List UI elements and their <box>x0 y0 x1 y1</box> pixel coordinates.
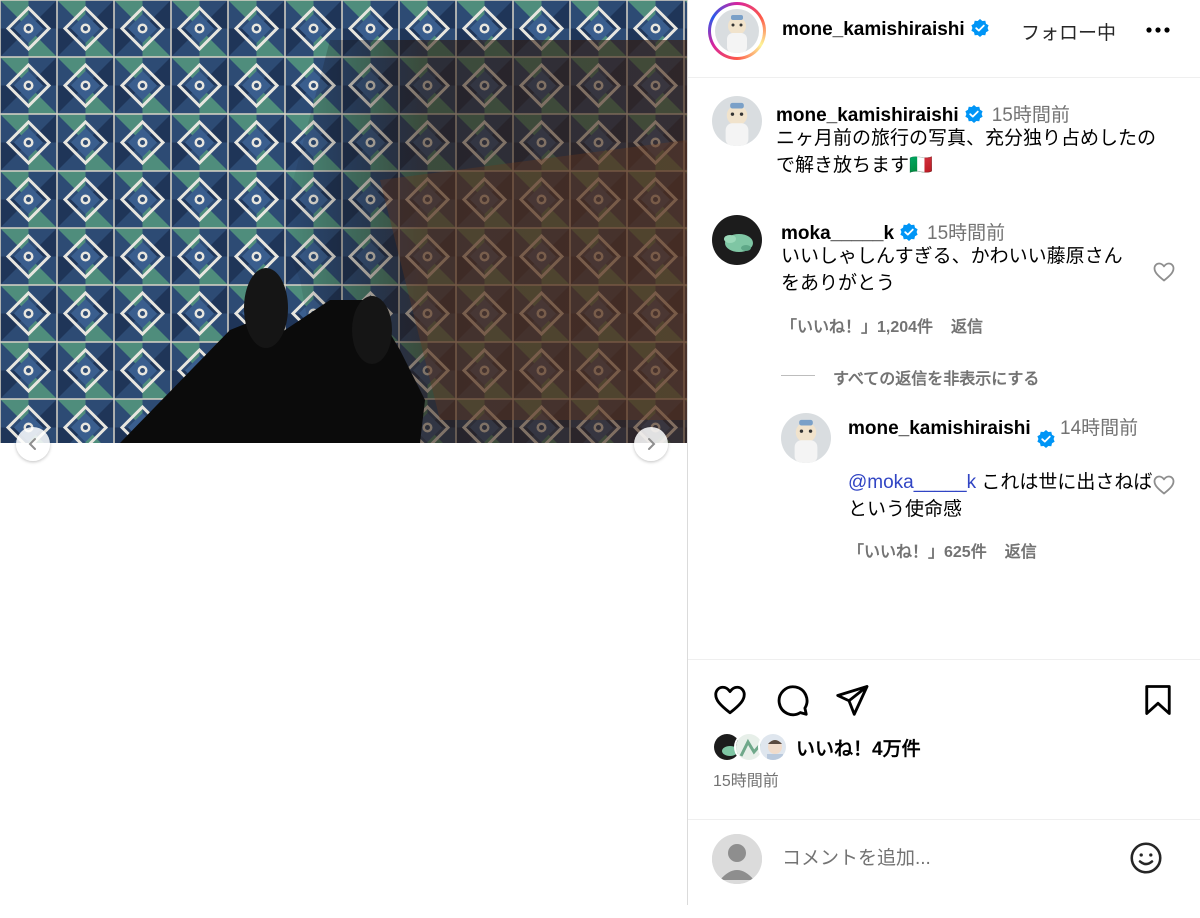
verified-badge-icon <box>970 18 990 44</box>
commenter-username[interactable]: moka_____k <box>781 223 894 244</box>
comment-like-heart-icon[interactable] <box>1152 260 1176 284</box>
author-username[interactable]: mone_kamishiraishi <box>782 19 965 40</box>
post-actions-bar: いいね！4万件 15時間前 <box>688 659 1200 819</box>
add-comment-bar <box>688 819 1200 905</box>
story-ring[interactable] <box>708 2 766 60</box>
comment-like-count[interactable]: 「いいね！」1,204件 <box>781 319 933 336</box>
comment-text: いいしゃしんすぎる、かわいい藤原さんをありがとう <box>781 246 1123 294</box>
next-photo-button[interactable] <box>634 427 668 461</box>
more-options-icon[interactable] <box>1144 18 1174 42</box>
hide-replies-button[interactable]: すべての返信を非表示にする <box>833 365 1039 389</box>
reply-like-heart-icon[interactable] <box>1152 473 1176 497</box>
reply-reply-button[interactable]: 返信 <box>1005 544 1037 561</box>
reply-mention-link[interactable]: @moka_____k <box>848 472 976 493</box>
comment-meta: 「いいね！」1,204件 返信 <box>781 313 983 337</box>
comment-reply-button[interactable]: 返信 <box>951 319 983 336</box>
current-user-avatar <box>712 834 762 884</box>
post-media-area <box>0 0 687 918</box>
reply-timestamp[interactable]: 14時間前 <box>1060 416 1140 442</box>
heart-icon[interactable] <box>712 682 748 718</box>
likes-count[interactable]: いいね！4万件 <box>796 734 921 761</box>
reply-meta: 「いいね！」625件 返信 <box>848 538 1037 562</box>
post-timestamp[interactable]: 15時間前 <box>713 767 779 791</box>
liker-avatar[interactable] <box>758 732 788 762</box>
post-side-panel: mone_kamishiraishi フォロー中 mone_kamishirai… <box>687 0 1200 905</box>
caption-timestamp[interactable]: 15時間前 <box>992 105 1070 126</box>
caption-author-avatar[interactable] <box>712 96 762 146</box>
comment-input[interactable] <box>782 844 1112 874</box>
post-header: mone_kamishiraishi フォロー中 <box>688 0 1200 78</box>
chevron-right-icon <box>648 438 656 450</box>
comment-bubble-icon[interactable] <box>774 682 810 718</box>
post-photo-tiled-floor[interactable] <box>0 0 687 443</box>
reply-like-count[interactable]: 「いいね！」625件 <box>848 544 987 561</box>
verified-badge-icon <box>1036 429 1056 454</box>
comments-section: mone_kamishiraishi 15時間前 ニヶ月前の旅行の写真、充分独り占… <box>688 79 1200 659</box>
previous-photo-button[interactable] <box>16 427 50 461</box>
comment-timestamp[interactable]: 15時間前 <box>927 223 1005 244</box>
caption-text: ニヶ月前の旅行の写真、充分独り占めしたので解き放ちます🇮🇹 <box>776 128 1157 176</box>
caption-username[interactable]: mone_kamishiraishi <box>776 105 959 126</box>
reply-username[interactable]: mone_kamishiraishi <box>848 416 1038 442</box>
tile-floor-image <box>0 0 687 443</box>
following-button[interactable]: フォロー中 <box>1021 18 1116 45</box>
reply-text: @moka_____k これは世に出さねばという使命感 <box>848 469 1153 523</box>
replies-divider <box>781 375 815 376</box>
bookmark-icon[interactable] <box>1140 682 1176 718</box>
emoji-picker-icon[interactable] <box>1128 840 1164 876</box>
paper-plane-icon[interactable] <box>834 682 870 718</box>
chevron-left-icon <box>28 438 36 450</box>
commenter-avatar[interactable] <box>712 215 762 265</box>
author-avatar <box>715 9 759 53</box>
reply-author-avatar[interactable] <box>781 413 831 463</box>
